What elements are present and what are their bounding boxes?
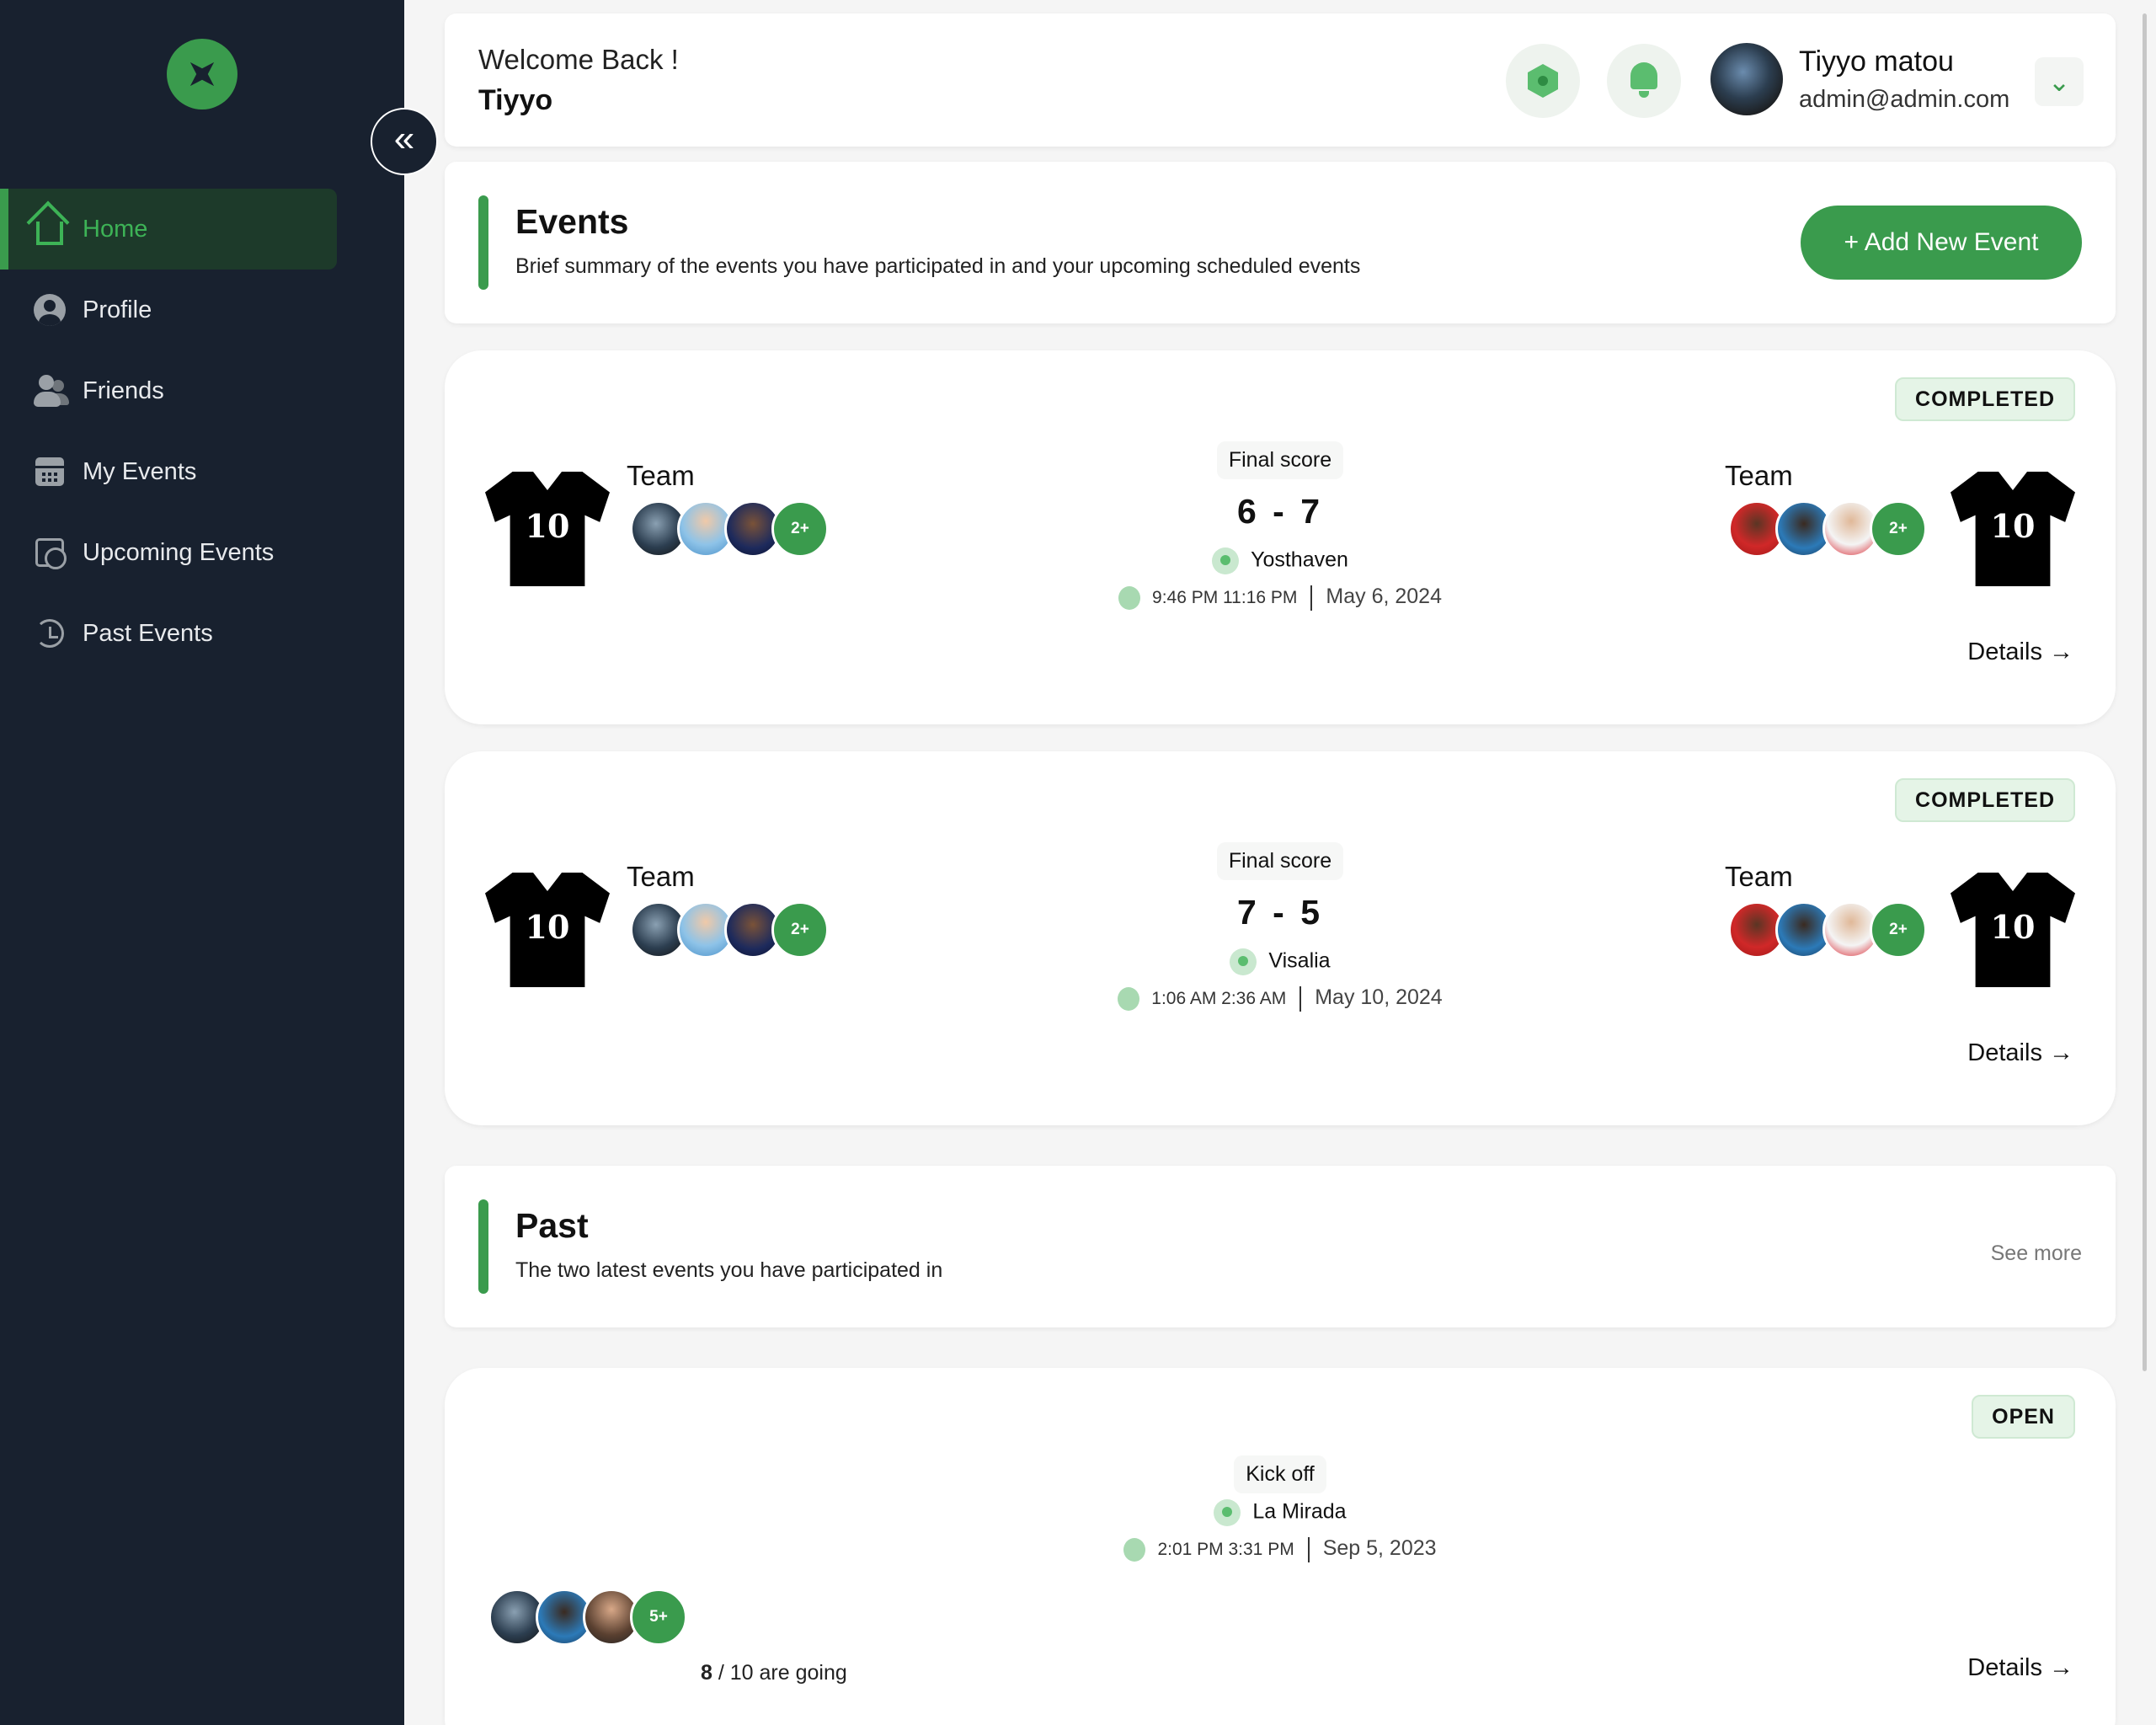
accent-bar (478, 195, 488, 290)
past-header: Past The two latest events you have part… (445, 1166, 2116, 1327)
score-label: Final score (445, 441, 2116, 479)
more-players-badge[interactable]: 5+ (630, 1589, 687, 1646)
stopwatch-icon (1118, 987, 1140, 1012)
status-badge: OPEN (1972, 1395, 2075, 1439)
sidebar-item-past-events[interactable]: Past Events (0, 593, 337, 674)
sidebar-item-profile[interactable]: Profile (0, 270, 337, 350)
section-title: Events (515, 202, 629, 241)
sidebar-nav: Home Profile Friends My Events Upcoming … (0, 189, 337, 674)
friends-icon (34, 375, 66, 407)
event-date: May 6, 2024 (1326, 585, 1442, 608)
user-email: admin@admin.com (1799, 86, 2010, 113)
sidebar-item-my-events[interactable]: My Events (0, 431, 337, 512)
event-date: Sep 5, 2023 (1322, 1536, 1437, 1560)
history-icon (34, 617, 66, 649)
location-pin-icon (1214, 1499, 1241, 1526)
score-label: Final score (445, 842, 2116, 880)
event-card: COMPLETED 10 Team 2+ Final score 7 - 5 V… (445, 751, 2116, 1125)
event-time: 1:06 AM 2:36 AM May 10, 2024 (445, 985, 2116, 1012)
more-players-badge[interactable]: 2+ (1870, 901, 1927, 959)
hexagon-icon (1528, 64, 1558, 98)
sidebar-item-label: My Events (83, 457, 197, 485)
team-name-right: Team (1725, 861, 1793, 892)
events-header: Events Brief summary of the events you h… (445, 162, 2116, 323)
details-link[interactable]: Details → (1967, 1039, 2073, 1067)
team-jersey-right: 10 (1951, 873, 2075, 987)
status-badge: COMPLETED (1895, 778, 2075, 822)
calendar-icon (34, 456, 66, 488)
details-link[interactable]: Details → (1967, 1654, 2073, 1682)
sidebar-item-friends[interactable]: Friends (0, 350, 337, 431)
add-new-event-button[interactable]: + Add New Event (1801, 206, 2082, 280)
event-time: 9:46 PM 11:16 PM May 6, 2024 (445, 585, 2116, 611)
event-card: COMPLETED 10 Team 2+ Final score 6 - 7 Y… (445, 350, 2116, 724)
section-subtitle: Brief summary of the events you have par… (515, 254, 1361, 278)
team-name-right: Team (1725, 460, 1793, 491)
event-date: May 10, 2024 (1315, 985, 1443, 1009)
calendar-clock-icon (34, 537, 67, 569)
sidebar-item-label: Upcoming Events (83, 538, 275, 566)
sidebar-item-label: Profile (83, 296, 152, 323)
going-count: 8 / 10 are going (701, 1661, 847, 1685)
section-subtitle: The two latest events you have participa… (515, 1258, 943, 1282)
chevrons-left-icon: « (393, 118, 415, 159)
sidebar: Home Profile Friends My Events Upcoming … (0, 0, 404, 1725)
collapse-sidebar-button[interactable]: « (371, 108, 438, 175)
sidebar-item-home[interactable]: Home (0, 189, 337, 270)
accent-bar (478, 1199, 488, 1294)
sidebar-item-upcoming-events[interactable]: Upcoming Events (0, 512, 337, 593)
notifications-button[interactable] (1607, 44, 1681, 118)
sidebar-item-label: Home (83, 215, 148, 243)
user-name: Tiyyo matou (1799, 45, 1954, 77)
bell-icon (1630, 62, 1657, 98)
top-bar: Welcome Back ! Tiyyo Tiyyo matou admin@a… (445, 13, 2116, 147)
section-title: Past (515, 1206, 589, 1245)
user-avatar[interactable] (1708, 40, 1785, 118)
status-badge: COMPLETED (1895, 377, 2075, 421)
home-icon (34, 213, 66, 245)
more-players-badge[interactable]: 2+ (1870, 500, 1927, 558)
past-event-card: OPEN Kick off La Mirada 2:01 PM 3:31 PM S… (445, 1368, 2116, 1725)
sidebar-item-label: Friends (83, 377, 164, 404)
welcome-name: Tiyyo (478, 84, 553, 116)
chevron-down-icon: ⌄ (2047, 67, 2071, 97)
event-time: 2:01 PM 3:31 PM Sep 5, 2023 (445, 1536, 2116, 1563)
location-pin-icon (1230, 948, 1257, 975)
stopwatch-icon (1123, 1538, 1146, 1562)
settings-button[interactable] (1506, 44, 1580, 118)
welcome-text: Welcome Back ! (478, 44, 679, 75)
scrollbar[interactable] (2143, 13, 2147, 1371)
location-pin-icon (1212, 547, 1240, 574)
team-jersey-right: 10 (1951, 472, 2075, 586)
kickoff-label: Kick off (445, 1455, 2116, 1493)
user-menu-dropdown[interactable]: ⌄ (2035, 57, 2084, 106)
sidebar-item-label: Past Events (83, 619, 213, 647)
app-logo[interactable] (167, 39, 237, 109)
event-location: La Mirada (445, 1499, 2116, 1526)
see-more-link[interactable]: See more (1991, 1242, 2082, 1266)
user-icon (34, 294, 66, 326)
stopwatch-icon (1118, 586, 1141, 611)
details-link[interactable]: Details → (1967, 638, 2073, 666)
